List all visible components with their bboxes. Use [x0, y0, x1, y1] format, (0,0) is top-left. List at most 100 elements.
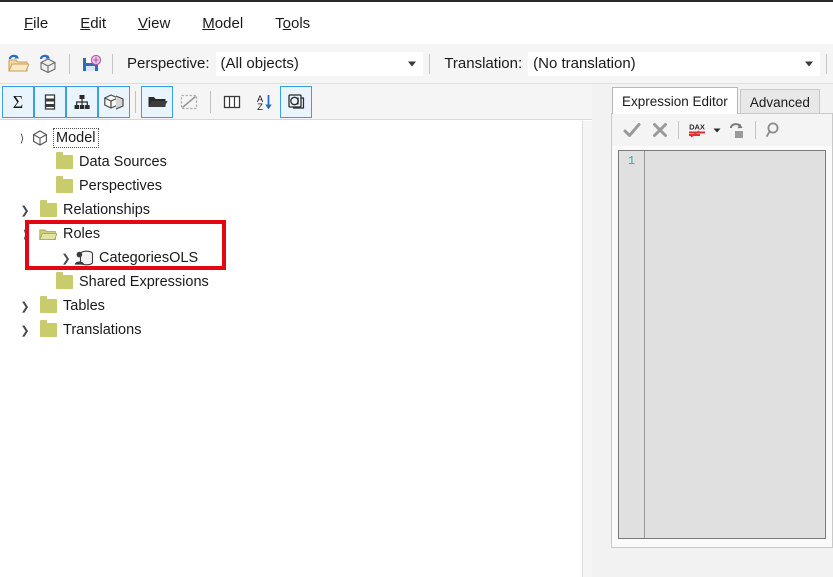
expression-editor-panel: Expression Editor Advanced DAX 1 — [592, 84, 833, 577]
translation-dropdown[interactable]: (No translation) — [528, 51, 820, 76]
chevron-down-icon — [408, 61, 417, 66]
accept-icon[interactable] — [618, 117, 646, 143]
panel-splitter[interactable] — [582, 121, 592, 577]
folder-icon — [38, 320, 58, 339]
toolbar2-separator-2 — [210, 90, 211, 113]
menu-tools-post: ols — [291, 14, 311, 32]
perspective-value: (All objects) — [220, 55, 299, 72]
menu-item-view[interactable]: View — [126, 13, 182, 34]
partitions-icon[interactable] — [98, 85, 130, 118]
line-number: 1 — [627, 154, 636, 168]
hidden-objects-icon[interactable] — [173, 86, 205, 118]
folder-icon — [38, 200, 58, 219]
tab-label: Advanced — [749, 94, 810, 110]
perspective-label: Perspective: — [127, 55, 210, 72]
menu-item-model[interactable]: Model — [190, 13, 255, 34]
tree-node-categories-ols[interactable]: ❯ CategoriesOLS — [0, 246, 582, 270]
dax-format-dropdown-icon[interactable] — [711, 117, 723, 143]
display-folders-icon[interactable] — [141, 85, 173, 118]
chevron-down-icon[interactable]: ⟩ — [14, 130, 30, 146]
model-tree-panel: ⟩ Model Data Sources Perspectives ❯ Rela… — [0, 121, 582, 577]
editor-separator-1 — [678, 121, 679, 139]
chevron-right-icon[interactable]: ❯ — [17, 202, 33, 218]
editor-separator-2 — [755, 121, 756, 139]
menu-edit-post: dit — [90, 14, 107, 32]
tab-expression-editor[interactable]: Expression Editor — [612, 87, 738, 114]
chevron-right-icon[interactable]: ❯ — [17, 298, 33, 314]
svg-text:Σ: Σ — [13, 92, 23, 112]
cancel-icon[interactable] — [646, 117, 674, 143]
folder-icon — [54, 152, 74, 171]
expression-editor-card: DAX 1 — [611, 113, 833, 548]
perspective-dropdown[interactable]: (All objects) — [215, 51, 424, 76]
tab-label: Expression Editor — [622, 93, 728, 109]
menu-file-post: ile — [33, 14, 49, 32]
expander-spacer — [38, 178, 54, 194]
chevron-right-icon[interactable]: ❯ — [58, 250, 74, 266]
role-icon — [74, 249, 94, 267]
chevron-right-icon[interactable]: ❯ — [17, 322, 33, 338]
dax-format-icon[interactable]: DAX — [683, 117, 711, 143]
expression-editor-toolbar: DAX — [612, 114, 832, 146]
folder-open-icon — [38, 225, 58, 243]
editor-gutter: 1 — [619, 151, 645, 538]
menu-model-post: odel — [214, 14, 244, 32]
expand-icon[interactable] — [723, 117, 751, 143]
tree-node-label: Data Sources — [79, 154, 167, 170]
tree-node-model[interactable]: ⟩ Model — [0, 126, 582, 150]
tree-node-translations[interactable]: ❯ Translations — [0, 318, 582, 342]
tab-advanced[interactable]: Advanced — [739, 89, 820, 114]
expander-spacer — [38, 274, 54, 290]
open-from-database-icon[interactable] — [33, 49, 63, 79]
tree-node-label: CategoriesOLS — [99, 250, 199, 266]
open-from-file-icon[interactable] — [3, 49, 33, 79]
tree-node-label: Perspectives — [79, 178, 163, 194]
folder-icon — [54, 272, 74, 291]
dax-code-editor[interactable]: 1 — [618, 150, 826, 539]
measures-icon[interactable]: Σ — [2, 85, 34, 118]
folder-icon — [54, 176, 74, 195]
menu-item-edit[interactable]: Edit — [68, 13, 118, 34]
tree-node-relationships[interactable]: ❯ Relationships — [0, 198, 582, 222]
tree-node-roles[interactable]: ⟩ Roles — [0, 222, 582, 246]
tree-node-label: Tables — [63, 298, 105, 314]
filter-icon[interactable] — [280, 85, 312, 118]
chevron-down-icon[interactable]: ⟩ — [17, 226, 33, 242]
cube-icon — [30, 129, 50, 147]
hierarchies-icon[interactable] — [66, 85, 98, 118]
menu-item-tools[interactable]: Tools — [263, 13, 322, 34]
toolbar-separator-2 — [112, 53, 113, 74]
tree-node-label: Relationships — [63, 202, 151, 218]
tree-node-tables[interactable]: ❯ Tables — [0, 294, 582, 318]
menu-item-file[interactable]: File — [12, 13, 60, 34]
translation-label: Translation: — [444, 55, 523, 72]
menu-tools-mnemonic: o — [282, 14, 291, 32]
menu-file-mnemonic: F — [24, 14, 34, 32]
menu-view-mnemonic: V — [138, 14, 148, 32]
menu-bar: File Edit View Model Tools — [0, 2, 833, 44]
tree-node-label: Translations — [63, 322, 142, 338]
main-toolbar: Perspective: (All objects) Translation: … — [0, 44, 833, 84]
model-tree: ⟩ Model Data Sources Perspectives ❯ Rela… — [0, 121, 582, 342]
columns-icon[interactable] — [34, 85, 66, 118]
menu-model-mnemonic: M — [202, 14, 215, 32]
sort-alphabetically-icon[interactable]: A Z — [248, 86, 280, 118]
menu-view-post: iew — [147, 14, 171, 32]
editor-code-body[interactable] — [645, 151, 825, 538]
svg-text:Z: Z — [257, 102, 263, 113]
save-icon[interactable] — [76, 49, 106, 79]
tree-node-data-sources[interactable]: Data Sources — [0, 150, 582, 174]
tree-node-label: Roles — [63, 226, 101, 242]
tree-node-label: Shared Expressions — [79, 274, 209, 290]
editor-tabstrip: Expression Editor Advanced — [592, 84, 833, 114]
all-object-types-icon[interactable] — [216, 86, 248, 118]
tabular-editor-window: File Edit View Model Tools Perspective: … — [0, 0, 833, 577]
expander-spacer — [38, 154, 54, 170]
tree-node-label: Model — [53, 128, 99, 148]
tree-node-perspectives[interactable]: Perspectives — [0, 174, 582, 198]
toolbar-separator-4 — [826, 53, 827, 74]
search-icon[interactable] — [760, 117, 788, 143]
toolbar-separator-3 — [429, 53, 431, 74]
toolbar-separator-1 — [69, 53, 70, 74]
tree-node-shared-expressions[interactable]: Shared Expressions — [0, 270, 582, 294]
